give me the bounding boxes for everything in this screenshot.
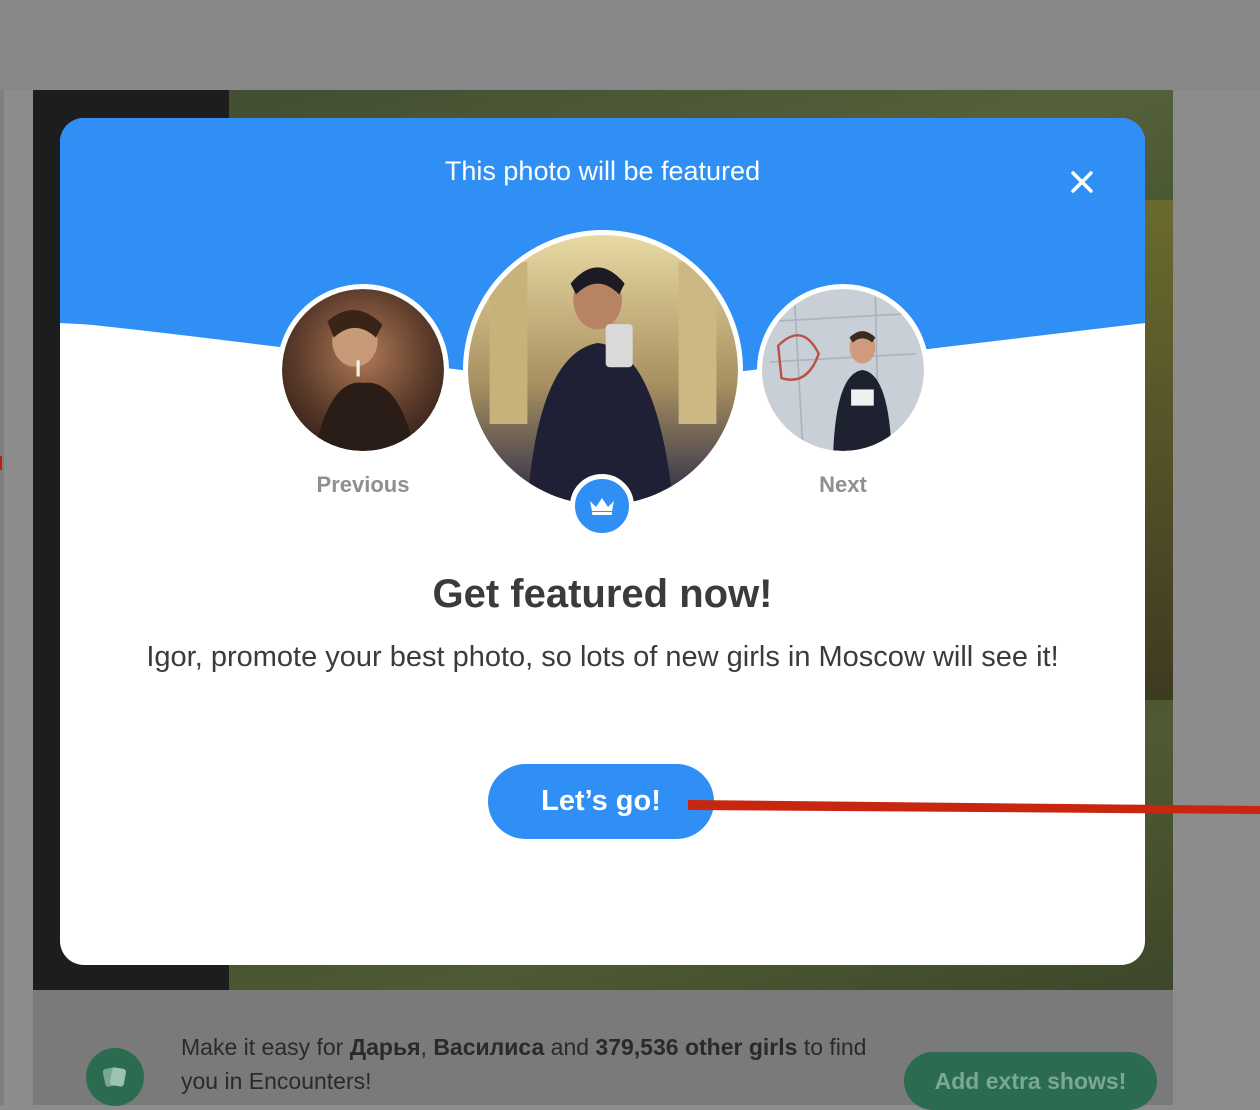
close-button[interactable] (1062, 162, 1102, 202)
page-left-edge (0, 90, 4, 1105)
modal-heading: Get featured now! (432, 572, 773, 616)
girl-name-1: Дарья (349, 1034, 421, 1060)
crown-icon (590, 498, 614, 515)
next-photo[interactable] (757, 284, 929, 456)
previous-photo[interactable] (277, 284, 449, 456)
featured-photo-image (468, 235, 738, 505)
add-extra-shows-button[interactable]: Add extra shows! (904, 1052, 1157, 1110)
page-top-bar (0, 0, 1260, 90)
annotation-mark (0, 456, 2, 470)
encounters-promo-text: Make it easy for Дарья, Василиса and 379… (181, 1034, 867, 1094)
previous-label[interactable]: Previous (277, 472, 449, 498)
close-icon (1071, 171, 1093, 193)
encounters-icon (86, 1048, 144, 1106)
crown-badge (570, 474, 634, 538)
next-photo-image (762, 289, 924, 451)
next-label[interactable]: Next (757, 472, 929, 498)
modal-body-text: Igor, promote your best photo, so lots o… (146, 641, 1059, 673)
lets-go-button[interactable]: Let’s go! (488, 764, 714, 839)
featured-photo (463, 230, 743, 510)
modal-title: This photo will be featured (444, 156, 761, 186)
girls-count: 379,536 other girls (595, 1034, 798, 1060)
previous-photo-image (282, 289, 444, 451)
girl-name-2: Василиса (433, 1034, 545, 1060)
featured-photo-modal: This photo will be featured Previous Nex… (60, 118, 1145, 965)
